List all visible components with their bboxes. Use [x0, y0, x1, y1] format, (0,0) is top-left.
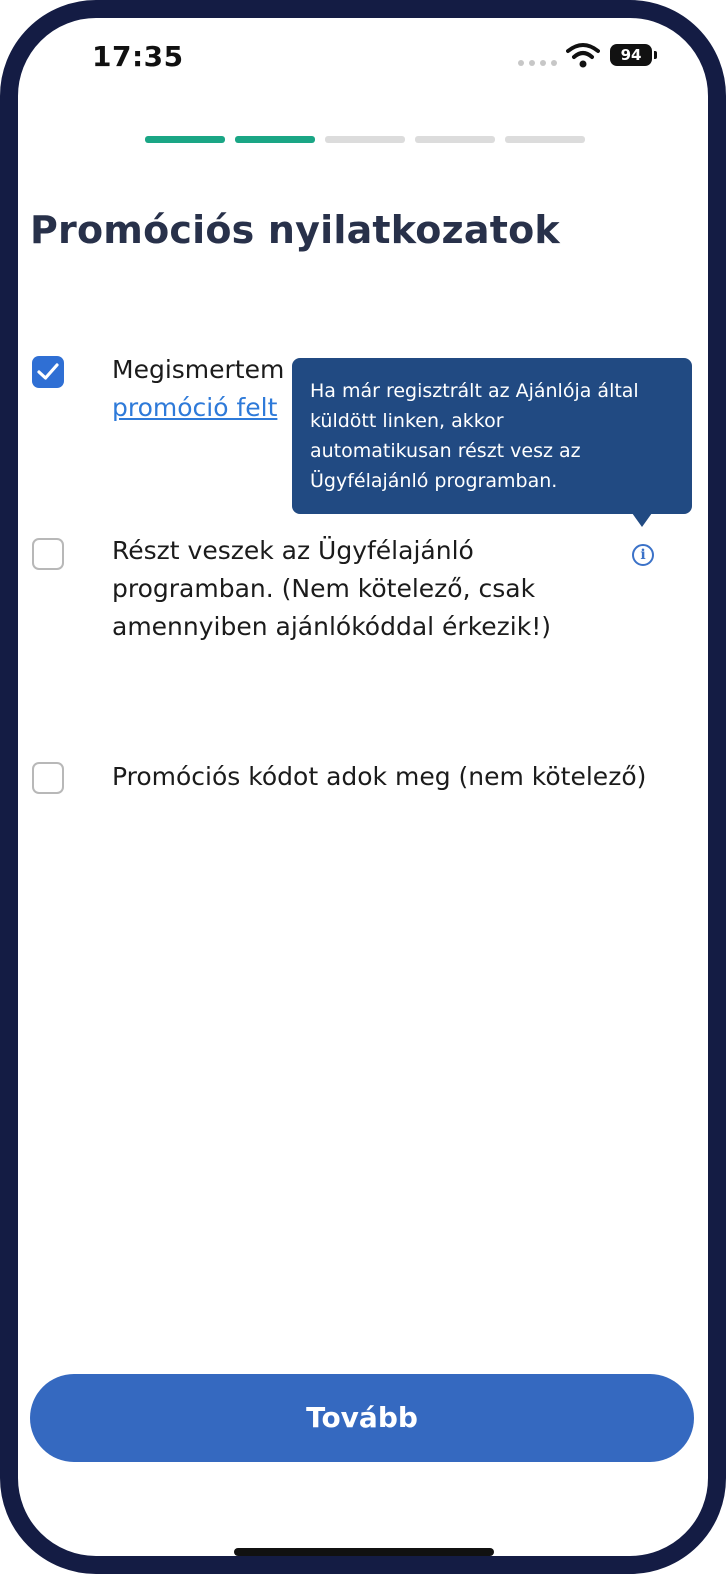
tooltip-line: Ha már regisztrált az Ajánlója által: [310, 380, 639, 402]
screen: 17:35 94 Promóciós nyilatkozatok Megisme…: [18, 18, 708, 1556]
progress-step: [145, 136, 225, 143]
promotion-terms-link[interactable]: promóció felt: [112, 389, 284, 427]
continue-button[interactable]: Tovább: [30, 1374, 694, 1462]
progress-step: [325, 136, 405, 143]
referral-label-line: amennyiben ajánlókóddal érkezik!): [112, 612, 551, 641]
referral-program-label: Részt veszek az Ügyfélajánló programban.…: [112, 532, 551, 646]
referral-program-checkbox[interactable]: [32, 538, 64, 570]
info-icon[interactable]: i: [632, 544, 654, 566]
promo-code-label: Promóciós kódot adok meg (nem kötelező): [112, 762, 647, 791]
progress-step: [505, 136, 585, 143]
page-title: Promóciós nyilatkozatok: [30, 208, 560, 252]
referral-label-line: programban. (Nem kötelező, csak: [112, 574, 536, 603]
wifi-icon: [566, 43, 600, 68]
terms-checkbox[interactable]: [32, 356, 64, 388]
home-indicator: [234, 1548, 494, 1556]
terms-label-text: Megismertem: [112, 355, 285, 384]
tooltip-line: küldött linken, akkor: [310, 410, 504, 432]
referral-label-line: Részt veszek az Ügyfélajánló: [112, 536, 474, 565]
step-progress: [145, 136, 585, 143]
promo-code-checkbox[interactable]: [32, 762, 64, 794]
phone-frame: 17:35 94 Promóciós nyilatkozatok Megisme…: [0, 0, 726, 1574]
cellular-signal-icon: [518, 60, 557, 66]
battery-cap: [654, 51, 657, 59]
progress-step: [235, 136, 315, 143]
status-time: 17:35: [92, 40, 184, 73]
referral-info-tooltip: Ha már regisztrált az Ajánlója által kül…: [292, 358, 692, 514]
terms-label: Megismertem promóció felt: [112, 351, 284, 427]
checkmark-icon: [37, 363, 59, 380]
progress-step: [415, 136, 495, 143]
battery-icon: 94: [610, 44, 652, 66]
tooltip-line: automatikusan részt vesz az: [310, 440, 581, 462]
tooltip-arrow: [632, 513, 652, 527]
status-bar: 17:35 94: [18, 18, 708, 118]
tooltip-line: Ügyfélajánló programban.: [310, 470, 558, 492]
